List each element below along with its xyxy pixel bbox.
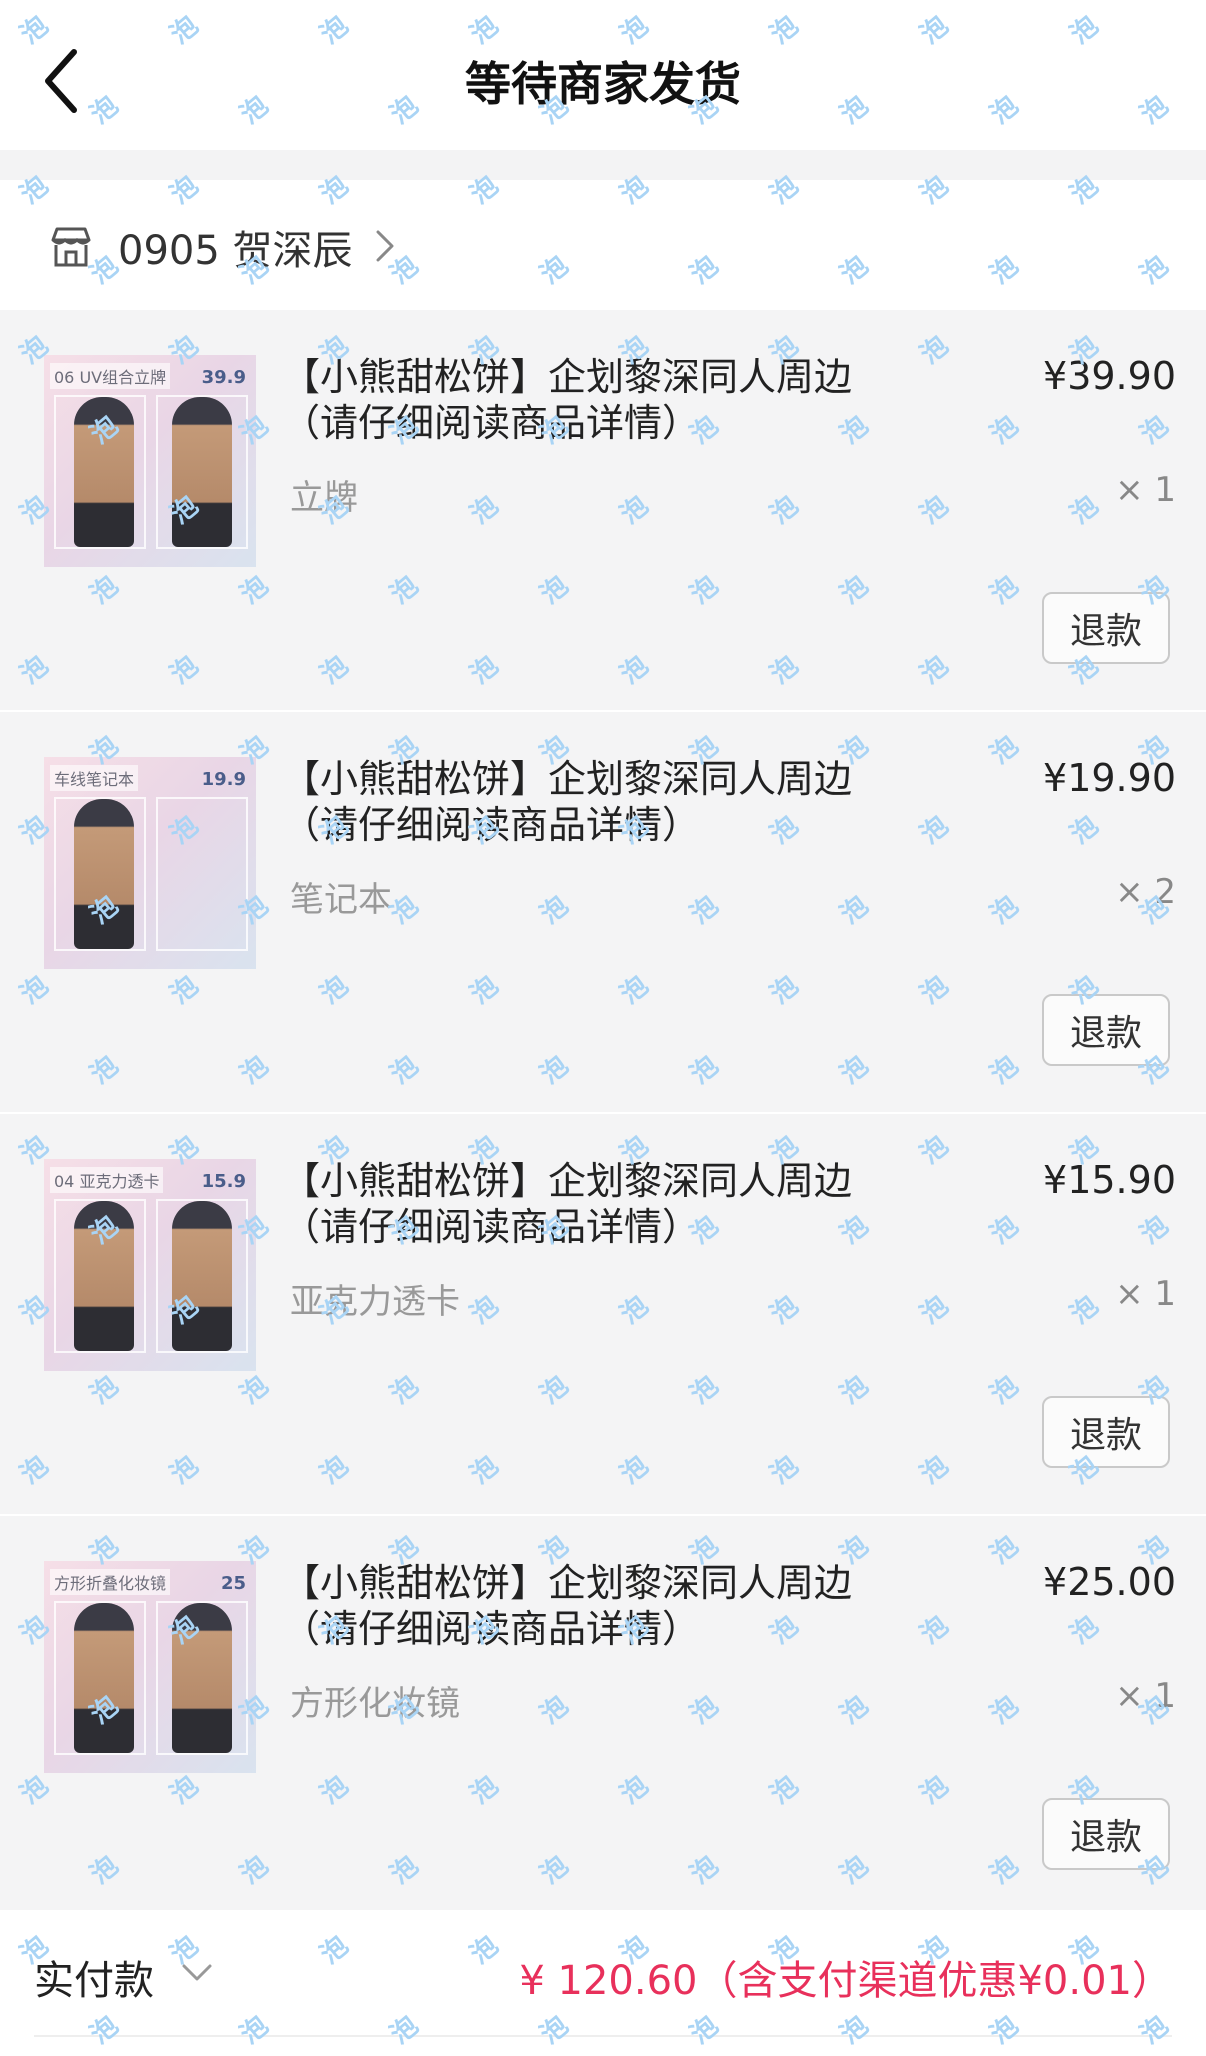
product-quantity: × 2 bbox=[1115, 872, 1176, 912]
thumbnail-price: 19.9 bbox=[201, 769, 246, 790]
product-price: ¥25.00 bbox=[1043, 1560, 1176, 1604]
page-title: 等待商家发货 bbox=[465, 57, 741, 111]
thumbnail-label: 06 UV组合立牌 bbox=[50, 363, 171, 389]
thumbnail-price: 15.9 bbox=[201, 1171, 246, 1192]
thumbnail-figure bbox=[74, 1603, 134, 1753]
product-spec: 笔记本 bbox=[290, 880, 392, 920]
product-quantity: × 1 bbox=[1115, 1274, 1176, 1314]
divider bbox=[34, 2035, 1172, 2037]
store-name[interactable]: 0905 贺深辰 bbox=[118, 218, 353, 276]
store-header[interactable]: 0905 贺深辰 bbox=[0, 180, 1206, 310]
product-price: ¥39.90 bbox=[1043, 354, 1176, 398]
product-thumbnail[interactable]: 方形折叠化妆镜 25 bbox=[44, 1561, 256, 1773]
product-title[interactable]: 【小熊甜松饼】企划黎深同人周边（请仔细阅读商品详情） bbox=[282, 354, 852, 446]
product-thumbnail[interactable]: 车线笔记本 19.9 bbox=[44, 757, 256, 969]
thumbnail-figure bbox=[172, 397, 232, 547]
thumbnail-price: 39.9 bbox=[201, 367, 246, 388]
order-item-list: 06 UV组合立牌 39.9 【小熊甜松饼】企划黎深同人周边（请仔细阅读商品详情… bbox=[0, 310, 1206, 1918]
thumbnail-card bbox=[156, 797, 248, 951]
product-spec: 立牌 bbox=[290, 478, 358, 518]
thumbnail-figure bbox=[74, 397, 134, 547]
chevron-right-icon bbox=[376, 230, 394, 262]
chevron-down-icon[interactable] bbox=[180, 1962, 214, 1984]
thumbnail-figure bbox=[74, 799, 134, 949]
product-price: ¥19.90 bbox=[1043, 756, 1176, 800]
product-title[interactable]: 【小熊甜松饼】企划黎深同人周边（请仔细阅读商品详情） bbox=[282, 1560, 852, 1652]
payment-label: 实付款 bbox=[34, 1958, 154, 2004]
refund-button[interactable]: 退款 bbox=[1042, 994, 1170, 1066]
payment-amount: ¥ 120.60（含支付渠道优惠¥0.01） bbox=[519, 1958, 1172, 2004]
product-spec: 方形化妆镜 bbox=[290, 1684, 460, 1724]
product-spec: 亚克力透卡 bbox=[290, 1282, 460, 1322]
thumbnail-price: 25 bbox=[220, 1573, 246, 1594]
order-item[interactable]: 方形折叠化妆镜 25 【小熊甜松饼】企划黎深同人周边（请仔细阅读商品详情） 方形… bbox=[0, 1516, 1206, 1918]
order-item[interactable]: 04 亚克力透卡 15.9 【小熊甜松饼】企划黎深同人周边（请仔细阅读商品详情）… bbox=[0, 1114, 1206, 1516]
thumbnail-figure bbox=[172, 1603, 232, 1753]
refund-button[interactable]: 退款 bbox=[1042, 1798, 1170, 1870]
payment-summary: 实付款 ¥ 120.60（含支付渠道优惠¥0.01） bbox=[0, 1910, 1206, 2056]
order-item[interactable]: 车线笔记本 19.9 【小熊甜松饼】企划黎深同人周边（请仔细阅读商品详情） 笔记… bbox=[0, 712, 1206, 1114]
thumbnail-figure bbox=[74, 1201, 134, 1351]
product-thumbnail[interactable]: 04 亚克力透卡 15.9 bbox=[44, 1159, 256, 1371]
top-navbar: 等待商家发货 bbox=[0, 0, 1206, 150]
thumbnail-label: 方形折叠化妆镜 bbox=[50, 1569, 171, 1595]
product-quantity: × 1 bbox=[1115, 1676, 1176, 1716]
product-price: ¥15.90 bbox=[1043, 1158, 1176, 1202]
order-item[interactable]: 06 UV组合立牌 39.9 【小熊甜松饼】企划黎深同人周边（请仔细阅读商品详情… bbox=[0, 310, 1206, 712]
product-quantity: × 1 bbox=[1115, 470, 1176, 510]
product-thumbnail[interactable]: 06 UV组合立牌 39.9 bbox=[44, 355, 256, 567]
thumbnail-label: 04 亚克力透卡 bbox=[50, 1167, 164, 1193]
store-icon bbox=[51, 227, 91, 267]
thumbnail-figure bbox=[172, 1201, 232, 1351]
thumbnail-label: 车线笔记本 bbox=[50, 765, 139, 791]
refund-button[interactable]: 退款 bbox=[1042, 1396, 1170, 1468]
product-title[interactable]: 【小熊甜松饼】企划黎深同人周边（请仔细阅读商品详情） bbox=[282, 1158, 852, 1250]
product-title[interactable]: 【小熊甜松饼】企划黎深同人周边（请仔细阅读商品详情） bbox=[282, 756, 852, 848]
refund-button[interactable]: 退款 bbox=[1042, 592, 1170, 664]
